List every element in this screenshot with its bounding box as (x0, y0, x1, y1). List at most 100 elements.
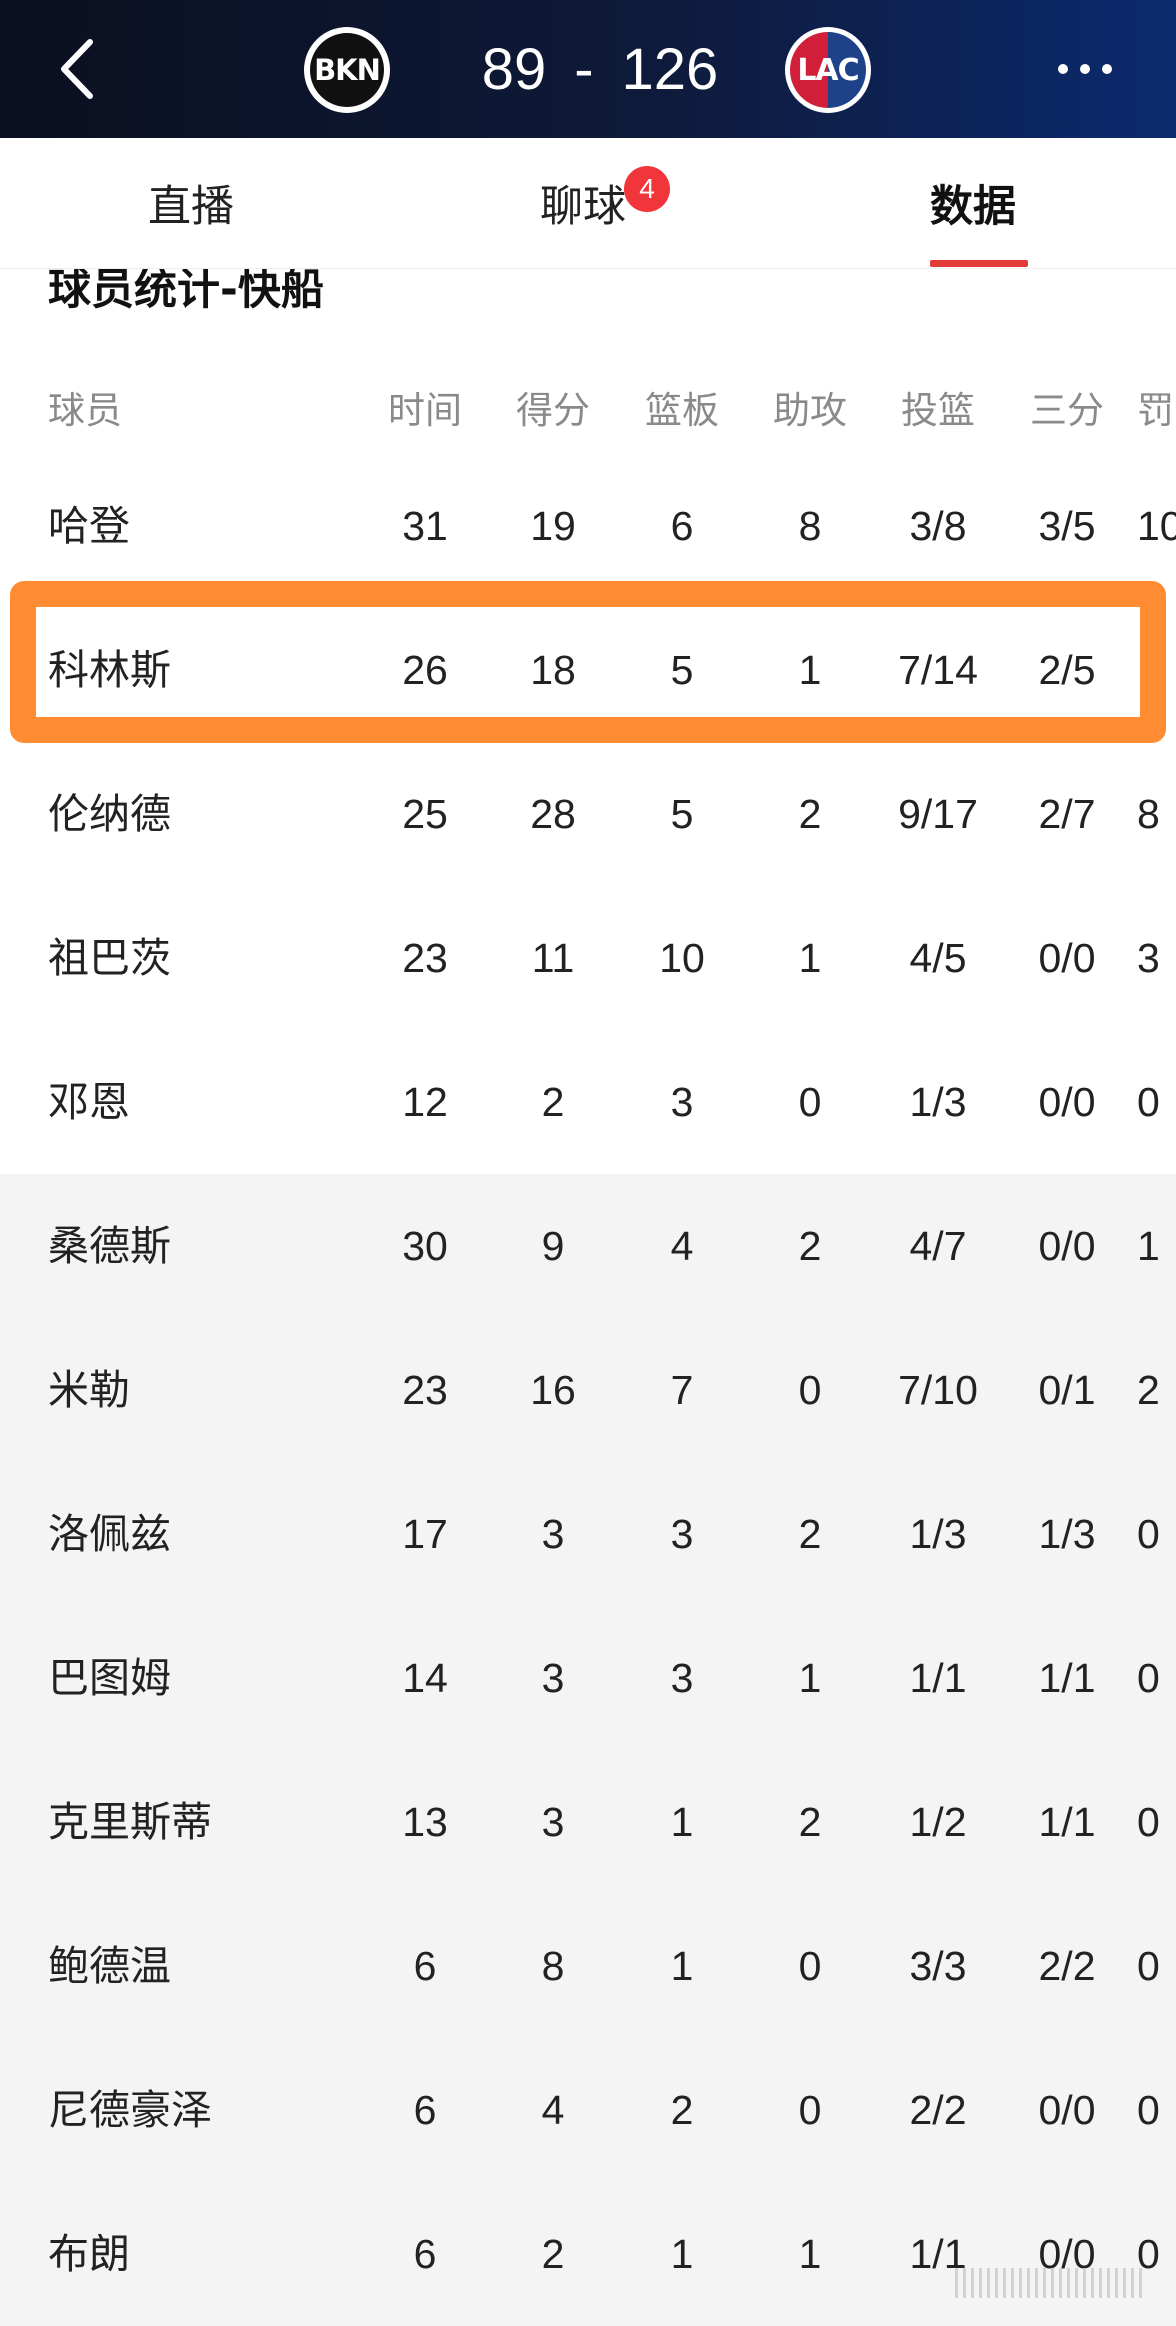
stat-field-goals: 1/3 (909, 1079, 967, 1125)
stat-assists: 0 (798, 1079, 822, 1125)
stat-field-goals: 7/14 (898, 647, 978, 693)
stat-points: 3 (541, 1655, 565, 1701)
table-row[interactable]: 布朗 6 2 1 1 1/1 0/0 0 (0, 2182, 1176, 2326)
table-row[interactable]: 米勒 23 16 7 0 7/10 0/1 2 (0, 1318, 1176, 1462)
away-team-abbr: LAC (790, 32, 866, 108)
game-header: BKN 89 - 126 LAC (0, 0, 1176, 138)
stat-field-goals: 2/2 (909, 2087, 967, 2133)
home-indicator (955, 2268, 1145, 2298)
stat-rebounds: 2 (670, 2087, 694, 2133)
stat-points: 11 (531, 935, 575, 981)
stat-three-pointers: 2/5 (1038, 647, 1096, 693)
stat-minutes: 6 (413, 2087, 437, 2133)
stat-minutes: 26 (402, 647, 448, 693)
stat-points: 8 (541, 1943, 565, 1989)
more-options-button[interactable] (1030, 52, 1140, 86)
stat-rebounds: 7 (670, 1367, 694, 1413)
stat-three-pointers: 0/1 (1038, 1367, 1096, 1413)
stat-field-goals: 4/5 (909, 935, 967, 981)
stat-assists: 1 (798, 2231, 822, 2277)
stat-field-goals: 3/8 (909, 503, 967, 549)
stat-field-goals: 1/2 (909, 1799, 967, 1845)
table-row[interactable]: 桑德斯 30 9 4 2 4/7 0/0 1 (0, 1174, 1176, 1318)
player-name[interactable]: 邓恩 (48, 1030, 348, 1174)
table-row[interactable]: 邓恩 12 2 3 0 1/3 0/0 0 (0, 1030, 1176, 1174)
stat-minutes: 14 (402, 1655, 448, 1701)
table-row[interactable]: 巴图姆 14 3 3 1 1/1 1/1 0 (0, 1606, 1176, 1750)
scoreboard: 89 - 126 (430, 20, 770, 118)
stat-points: 16 (530, 1367, 576, 1413)
stat-minutes: 17 (402, 1511, 448, 1557)
section-header: 球员统计-快船 (0, 269, 1176, 319)
player-name[interactable]: 哈登 (48, 454, 348, 598)
stat-free-throws: 0 (1137, 2231, 1160, 2277)
away-score: 126 (621, 36, 719, 102)
stat-rebounds: 1 (670, 1943, 694, 1989)
score-separator: - (574, 36, 594, 102)
stat-minutes: 13 (402, 1799, 448, 1845)
active-tab-indicator (930, 260, 1028, 267)
table-row[interactable]: 克里斯蒂 13 3 1 2 1/2 1/1 0 (0, 1750, 1176, 1894)
stat-assists: 2 (798, 791, 822, 837)
stat-assists: 2 (798, 1511, 822, 1557)
stat-assists: 0 (798, 1943, 822, 1989)
stat-minutes: 23 (402, 935, 448, 981)
stat-free-throws: 0 (1137, 1799, 1160, 1845)
table-row[interactable]: 哈登 31 19 6 8 3/8 3/5 10 (0, 454, 1176, 598)
table-row[interactable]: 尼德豪泽 6 4 2 0 2/2 0/0 0 (0, 2038, 1176, 2182)
away-team-logo[interactable]: LAC (785, 27, 871, 113)
player-name[interactable]: 祖巴茨 (48, 886, 348, 1030)
stat-assists: 2 (798, 1223, 822, 1269)
stat-rebounds: 10 (659, 935, 705, 981)
stat-minutes: 23 (402, 1367, 448, 1413)
stat-free-throws (1137, 598, 1176, 742)
stat-field-goals: 7/10 (898, 1367, 978, 1413)
back-button[interactable] (50, 32, 110, 106)
table-row[interactable]: 祖巴茨 23 11 10 1 4/5 0/0 3 (0, 886, 1176, 1030)
player-name[interactable]: 鲍德温 (48, 1894, 348, 2038)
stat-three-pointers: 0/0 (1038, 1223, 1096, 1269)
stat-rebounds: 5 (670, 647, 694, 693)
table-row[interactable]: 科林斯 26 18 5 1 7/14 2/5 (0, 598, 1176, 742)
table-row[interactable]: 洛佩兹 17 3 3 2 1/3 1/3 0 (0, 1462, 1176, 1606)
stat-free-throws: 10 (1137, 503, 1176, 549)
home-score: 89 (481, 36, 547, 102)
tab-stats[interactable]: 数据 (930, 172, 1016, 232)
tab-chat[interactable]: 聊球 (540, 172, 626, 232)
player-name[interactable]: 洛佩兹 (48, 1462, 348, 1606)
player-name[interactable]: 科林斯 (48, 598, 348, 742)
player-name[interactable]: 克里斯蒂 (48, 1750, 348, 1894)
table-row[interactable]: 鲍德温 6 8 1 0 3/3 2/2 0 (0, 1894, 1176, 2038)
more-dot-icon (1102, 64, 1112, 74)
player-name[interactable]: 伦纳德 (48, 742, 348, 886)
player-name[interactable]: 布朗 (48, 2182, 348, 2326)
stat-free-throws: 1 (1137, 1223, 1160, 1269)
stat-points: 4 (541, 2087, 565, 2133)
stat-minutes: 12 (402, 1079, 448, 1125)
stat-points: 3 (541, 1511, 565, 1557)
tab-live[interactable]: 直播 (148, 172, 234, 232)
player-name[interactable]: 尼德豪泽 (48, 2038, 348, 2182)
home-team-logo[interactable]: BKN (304, 27, 390, 113)
home-team-abbr: BKN (310, 33, 384, 107)
player-name[interactable]: 米勒 (48, 1318, 348, 1462)
section-title: 球员统计-快船 (48, 269, 324, 315)
stat-rebounds: 1 (670, 1799, 694, 1845)
stat-minutes: 6 (413, 1943, 437, 1989)
stat-three-pointers: 1/1 (1038, 1799, 1096, 1845)
stat-rebounds: 5 (670, 791, 694, 837)
stat-free-throws: 0 (1137, 2087, 1160, 2133)
stat-free-throws: 3 (1137, 935, 1160, 981)
tab-bar: 直播 聊球 数据 (0, 138, 1176, 269)
stat-three-pointers: 0/0 (1038, 935, 1096, 981)
more-dot-icon (1058, 64, 1068, 74)
chat-badge: 4 (624, 166, 670, 212)
table-row[interactable]: 伦纳德 25 28 5 2 9/17 2/7 8 (0, 742, 1176, 886)
player-name[interactable]: 巴图姆 (48, 1606, 348, 1750)
stat-points: 19 (530, 503, 576, 549)
stat-three-pointers: 2/2 (1038, 1943, 1096, 1989)
stat-three-pointers: 0/0 (1038, 2087, 1096, 2133)
chevron-left-icon (61, 39, 93, 99)
player-name[interactable]: 桑德斯 (48, 1174, 348, 1318)
stat-points: 28 (530, 791, 576, 837)
